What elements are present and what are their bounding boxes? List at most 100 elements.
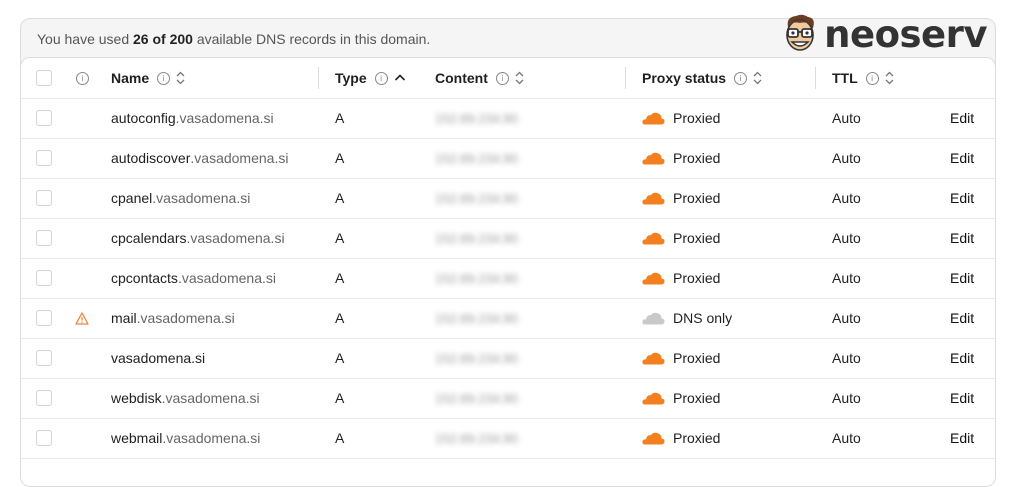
info-icon[interactable]: i	[157, 71, 171, 85]
record-ttl: Auto	[832, 310, 861, 326]
proxy-status-label: Proxied	[673, 350, 721, 366]
cloud-icon	[642, 392, 665, 405]
info-icon[interactable]: i	[374, 71, 388, 85]
record-ttl: Auto	[832, 390, 861, 406]
proxy-status: DNS only	[642, 298, 732, 338]
record-host: autoconfig	[111, 110, 176, 126]
row-checkbox[interactable]	[36, 190, 52, 206]
warning-icon[interactable]	[75, 311, 89, 325]
record-content: 152.89.234.80	[435, 230, 519, 246]
table-row: mail .vasadomena.si A 152.89.234.80 DNS o…	[21, 298, 995, 339]
info-icon[interactable]: i	[734, 71, 748, 85]
info-icon[interactable]: i	[495, 71, 509, 85]
mascot-icon	[786, 14, 814, 51]
sort-ascending-icon[interactable]	[394, 73, 406, 83]
proxy-status: Proxied	[642, 338, 720, 378]
record-ttl: Auto	[832, 350, 861, 366]
record-domain-suffix: .vasadomena.si	[162, 430, 261, 446]
record-domain-suffix: .vasadomena.si	[152, 190, 251, 206]
cloud-icon	[642, 432, 665, 445]
proxy-status: Proxied	[642, 218, 720, 258]
record-content: 152.89.234.80	[435, 310, 519, 326]
column-divider	[625, 67, 626, 89]
row-checkbox[interactable]	[36, 390, 52, 406]
edit-button[interactable]: Edit	[950, 218, 974, 258]
record-name: mail .vasadomena.si	[111, 298, 235, 338]
select-all-checkbox[interactable]	[36, 70, 52, 86]
row-checkbox[interactable]	[36, 310, 52, 326]
record-host: autodiscover	[111, 150, 191, 166]
row-checkbox[interactable]	[36, 110, 52, 126]
row-checkbox[interactable]	[36, 350, 52, 366]
column-name[interactable]: Name i	[111, 58, 185, 98]
record-name: cpcontacts .vasadomena.si	[111, 258, 276, 298]
column-content[interactable]: Content i	[435, 58, 524, 98]
table-row: webmail .vasadomena.si A 152.89.234.80 Pr…	[21, 418, 995, 459]
proxy-status-label: Proxied	[673, 390, 721, 406]
record-content: 152.89.234.80	[435, 390, 519, 406]
record-name: cpanel .vasadomena.si	[111, 178, 250, 218]
table-row: autoconfig .vasadomena.si A 152.89.234.80…	[21, 98, 995, 139]
record-ttl: Auto	[832, 430, 861, 446]
record-domain-suffix: .vasadomena.si	[161, 390, 260, 406]
table-row: cpanel .vasadomena.si A 152.89.234.80 Pro…	[21, 178, 995, 219]
record-usage-count: 26 of 200	[133, 31, 193, 47]
record-content: 152.89.234.80	[435, 350, 519, 366]
row-checkbox[interactable]	[36, 150, 52, 166]
proxy-status: Proxied	[642, 258, 720, 298]
sort-icon[interactable]	[885, 71, 894, 85]
row-checkbox[interactable]	[36, 230, 52, 246]
record-content: 152.89.234.80	[435, 430, 519, 446]
record-name: autoconfig .vasadomena.si	[111, 98, 274, 138]
edit-button[interactable]: Edit	[950, 378, 974, 418]
record-host: mail	[111, 310, 137, 326]
column-ttl[interactable]: TTL i	[832, 58, 894, 98]
table-row: autodiscover .vasadomena.si A 152.89.234.…	[21, 138, 995, 179]
record-type: A	[335, 310, 345, 326]
column-divider	[815, 67, 816, 89]
row-checkbox[interactable]	[36, 270, 52, 286]
record-type: A	[335, 150, 345, 166]
proxy-status: Proxied	[642, 98, 720, 138]
record-ttl: Auto	[832, 110, 861, 126]
edit-button[interactable]: Edit	[950, 98, 974, 138]
table-row: cpcalendars .vasadomena.si A 152.89.234.8…	[21, 218, 995, 259]
record-content: 152.89.234.80	[435, 190, 519, 206]
edit-button[interactable]: Edit	[950, 338, 974, 378]
record-name: autodiscover .vasadomena.si	[111, 138, 288, 178]
dns-records-table: i Name i Type i Content i Proxy status i…	[20, 57, 996, 487]
record-name: vasadomena.si	[111, 338, 205, 378]
edit-button[interactable]: Edit	[950, 298, 974, 338]
record-ttl: Auto	[832, 270, 861, 286]
record-content: 152.89.234.80	[435, 150, 519, 166]
edit-button[interactable]: Edit	[950, 138, 974, 178]
sort-icon[interactable]	[515, 71, 524, 85]
proxy-status-label: Proxied	[673, 270, 721, 286]
record-domain-suffix: .vasadomena.si	[186, 230, 285, 246]
edit-button[interactable]: Edit	[950, 258, 974, 298]
column-type[interactable]: Type i	[335, 58, 406, 98]
proxy-status: Proxied	[642, 178, 720, 218]
proxy-status-label: DNS only	[673, 310, 733, 326]
record-host: vasadomena.si	[111, 350, 206, 366]
column-proxy-status[interactable]: Proxy status i	[642, 58, 762, 98]
sort-icon[interactable]	[753, 71, 762, 85]
row-checkbox[interactable]	[36, 430, 52, 446]
edit-button[interactable]: Edit	[950, 418, 974, 458]
record-name: cpcalendars .vasadomena.si	[111, 218, 285, 258]
record-content: 152.89.234.80	[435, 110, 519, 126]
proxy-status: Proxied	[642, 418, 720, 458]
proxy-status: Proxied	[642, 378, 720, 418]
sort-icon[interactable]	[176, 71, 185, 85]
record-type: A	[335, 390, 345, 406]
info-icon[interactable]: i	[76, 71, 89, 85]
record-host: cpcontacts	[111, 270, 178, 286]
record-domain-suffix: .vasadomena.si	[175, 110, 274, 126]
edit-button[interactable]: Edit	[950, 178, 974, 218]
record-host: webdisk	[111, 390, 162, 406]
info-icon[interactable]: i	[865, 71, 879, 85]
record-ttl: Auto	[832, 150, 861, 166]
record-type: A	[335, 270, 345, 286]
record-name: webdisk .vasadomena.si	[111, 378, 260, 418]
record-type: A	[335, 190, 345, 206]
